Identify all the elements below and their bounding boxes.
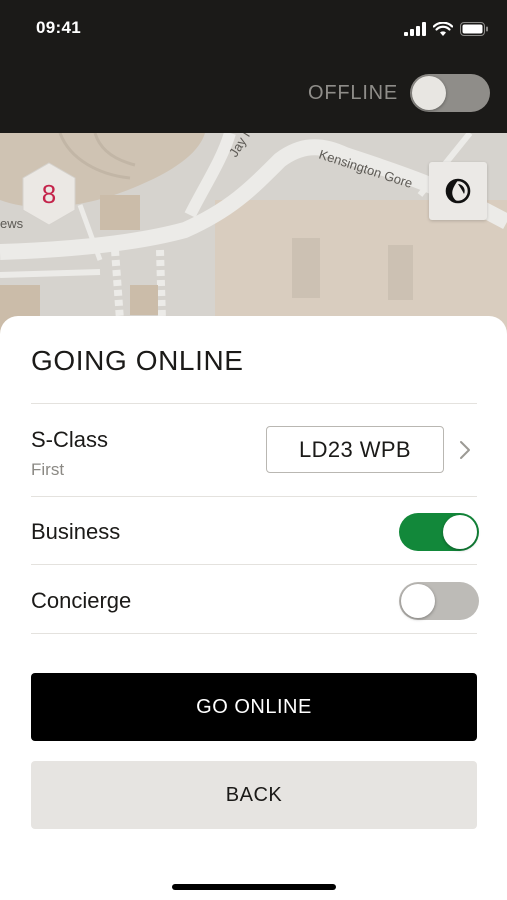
divider xyxy=(31,496,477,497)
map-theme-button[interactable] xyxy=(429,162,487,220)
status-icons xyxy=(404,18,489,40)
vehicle-class: First xyxy=(31,460,65,479)
contrast-icon xyxy=(445,178,471,204)
map-count-badge[interactable]: 8 xyxy=(21,162,77,226)
go-online-button[interactable]: GO ONLINE xyxy=(31,673,477,741)
back-button[interactable]: BACK xyxy=(31,761,477,829)
divider xyxy=(31,564,477,565)
home-indicator xyxy=(172,884,336,890)
online-status-label: OFFLINE xyxy=(308,82,399,104)
business-toggle[interactable] xyxy=(399,513,479,551)
status-time: 09:41 xyxy=(36,18,81,37)
service-business-label: Business xyxy=(31,519,121,544)
concierge-toggle[interactable] xyxy=(399,582,479,620)
cellular-signal-icon xyxy=(404,22,426,36)
chevron-right-icon[interactable] xyxy=(459,440,471,460)
sheet-title: GOING ONLINE xyxy=(31,345,244,376)
service-concierge-label: Concierge xyxy=(31,588,132,613)
vehicle-model: S-Class xyxy=(31,427,109,452)
battery-icon xyxy=(460,22,488,36)
license-plate-field[interactable]: LD23 WPB xyxy=(266,426,444,473)
online-toggle[interactable] xyxy=(410,74,490,112)
top-bar: 09:41 OFFLINE xyxy=(0,0,507,133)
toggle-knob xyxy=(401,584,435,618)
badge-count: 8 xyxy=(41,178,57,209)
wifi-icon xyxy=(433,21,453,36)
divider xyxy=(31,633,477,634)
toggle-knob xyxy=(443,515,477,549)
toggle-knob xyxy=(412,76,446,110)
divider xyxy=(31,403,477,404)
